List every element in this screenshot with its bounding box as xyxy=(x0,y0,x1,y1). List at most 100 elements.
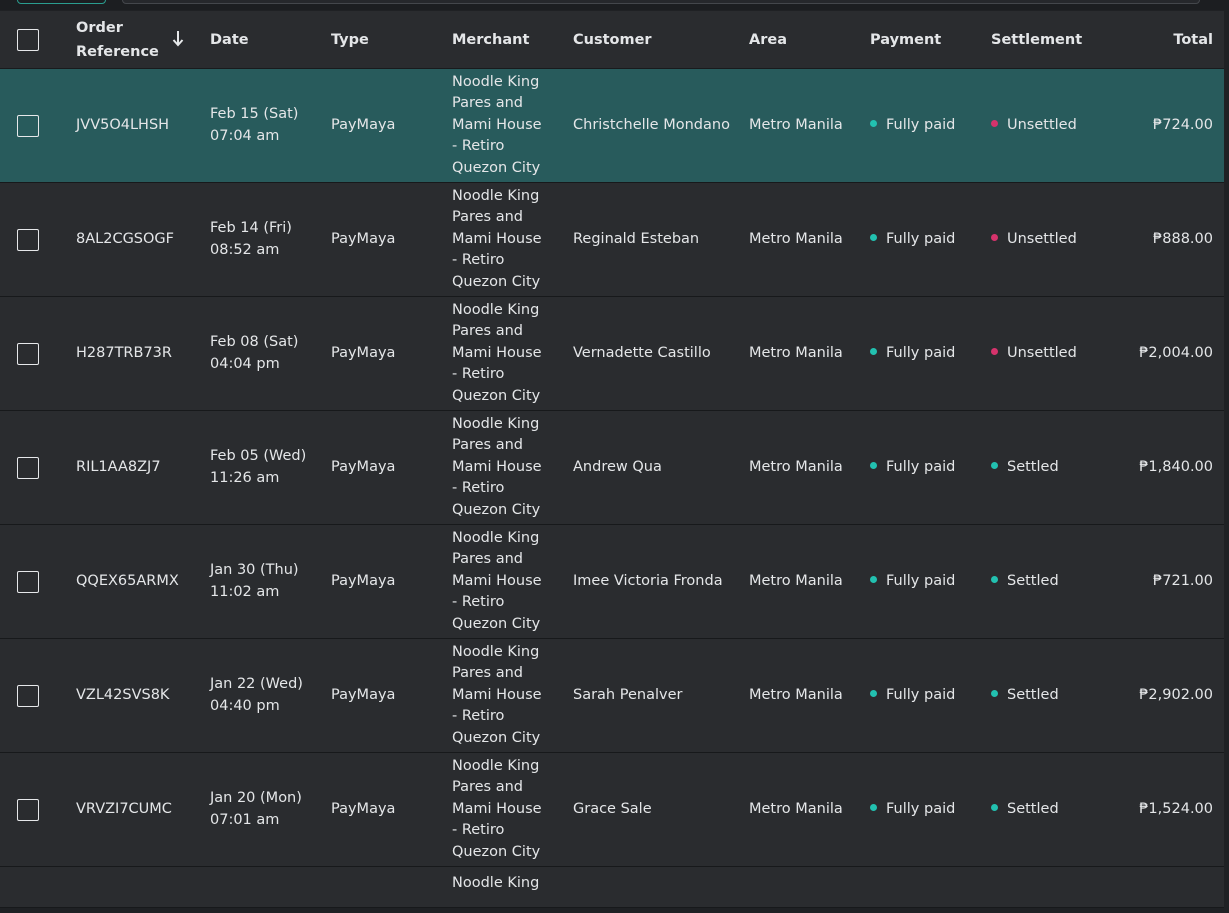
search-input[interactable] xyxy=(122,0,1200,4)
payment-status-badge: Fully paid xyxy=(870,685,955,707)
order-total: ₱721.00 xyxy=(1153,572,1213,589)
status-dot-icon xyxy=(991,690,998,697)
order-date-day: Feb 05 (Wed) xyxy=(210,448,307,464)
column-header-total[interactable]: Total xyxy=(1105,11,1213,68)
table-row[interactable]: 8AL2CGSOGF Feb 14 (Fri) 08:52 am PayMaya… xyxy=(0,183,1224,297)
select-all-cell xyxy=(17,11,41,68)
payment-status-badge: Fully paid xyxy=(870,343,955,365)
column-header-type[interactable]: Type xyxy=(331,11,441,68)
merchant-lines: Noodle King Pares and Mami House - Retiro Qu… xyxy=(452,414,542,522)
order-reference[interactable]: VRVZI7CUMC xyxy=(76,753,196,866)
status-dot-icon xyxy=(870,348,877,355)
settlement-status-label: Settled xyxy=(1007,686,1059,703)
merchant-name: Noodle King Pares and Mami House - Retiro Qu… xyxy=(452,183,562,296)
table-row[interactable]: JVV5O4LHSH Feb 15 (Sat) 07:04 am PayMaya… xyxy=(0,69,1224,183)
table-row[interactable]: VZL42SVS8K Jan 22 (Wed) 04:40 pm PayMaya… xyxy=(0,639,1224,753)
merchant-line: Noodle King xyxy=(452,301,540,318)
payment-type: PayMaya xyxy=(331,116,396,133)
payment-status-badge: Fully paid xyxy=(870,229,955,251)
order-reference[interactable]: VZL42SVS8K xyxy=(76,639,196,752)
select-all-checkbox[interactable] xyxy=(17,28,39,51)
order-reference[interactable]: JVV5O4LHSH xyxy=(76,69,196,182)
settlement-status: Settled xyxy=(991,753,1106,866)
payment-status: Fully paid xyxy=(870,411,985,524)
column-header-settlement[interactable]: Settlement xyxy=(991,11,1106,68)
settlement-status-label: Unsettled xyxy=(1007,344,1077,361)
order-reference[interactable]: RIL1AA8ZJ7 xyxy=(76,411,196,524)
table-row[interactable]: H287TRB73R Feb 08 (Sat) 04:04 pm PayMaya… xyxy=(0,297,1224,411)
payment-status-badge: Fully paid xyxy=(870,115,955,137)
order-date-time: 07:01 am xyxy=(210,811,280,828)
status-dot-icon xyxy=(991,462,998,469)
merchant-name: Noodle King Pares and Mami House - Retiro Qu… xyxy=(452,753,562,866)
column-header-date[interactable]: Date xyxy=(210,11,320,68)
order-date: Feb 15 (Sat) 07:04 am xyxy=(210,69,320,182)
table-row[interactable]: VRVZI7CUMC Jan 20 (Mon) 07:01 am PayMaya… xyxy=(0,753,1224,867)
payment-type: PayMaya xyxy=(331,686,396,703)
status-dot-icon xyxy=(991,120,998,127)
row-select-cell xyxy=(17,297,41,410)
settlement-status-label: Unsettled xyxy=(1007,230,1077,247)
merchant-line: - Retiro xyxy=(452,822,505,839)
settlement-status-badge: Settled xyxy=(991,685,1059,707)
merchant-line: Mami House xyxy=(452,230,542,247)
area: Metro Manila xyxy=(749,458,843,475)
order-total: ₱888.00 xyxy=(1153,230,1213,247)
merchant-line: - Retiro xyxy=(452,366,505,383)
order-reference[interactable]: H287TRB73R xyxy=(76,297,196,410)
order-total: ₱2,004.00 xyxy=(1139,344,1213,361)
payment-status-label: Fully paid xyxy=(886,572,956,589)
order-date: Jan 22 (Wed) 04:40 pm xyxy=(210,639,320,752)
payment-type: PayMaya xyxy=(331,344,396,361)
merchant-line: Noodle King xyxy=(452,187,540,204)
table-row[interactable]: QQEX65ARMX Jan 30 (Thu) 11:02 am PayMaya… xyxy=(0,525,1224,639)
payment-status: Fully paid xyxy=(870,753,985,866)
column-header-payment[interactable]: Payment xyxy=(870,11,985,68)
arrow-down-icon[interactable] xyxy=(171,27,185,49)
merchant-line: Noodle King xyxy=(452,529,540,546)
merchant-line: Mami House xyxy=(452,344,542,361)
customer-name: Christchelle Mondano xyxy=(573,116,730,133)
row-checkbox[interactable] xyxy=(17,570,39,593)
order-total: ₱1,840.00 xyxy=(1139,458,1213,475)
merchant-lines: Noodle King Pares and Mami House - Retiro Qu… xyxy=(452,186,542,294)
order-date-time: 04:04 pm xyxy=(210,355,280,372)
payment-status-label: Fully paid xyxy=(886,344,956,361)
row-checkbox[interactable] xyxy=(17,684,39,707)
orders-table: Order Reference Date Type Merchant Custo… xyxy=(0,11,1229,908)
merchant-line: Quezon City xyxy=(452,273,541,290)
row-checkbox[interactable] xyxy=(17,456,39,479)
order-date: Jan 20 (Mon) 07:01 am xyxy=(210,753,320,866)
row-select-cell xyxy=(17,639,41,752)
merchant-line: Mami House xyxy=(452,800,542,817)
payment-type: PayMaya xyxy=(331,572,396,589)
settlement-status-label: Settled xyxy=(1007,458,1059,475)
order-reference[interactable]: QQEX65ARMX xyxy=(76,525,196,638)
table-row[interactable]: Noodle King xyxy=(0,867,1224,908)
order-date-time: 07:04 am xyxy=(210,127,280,144)
merchant-line: Noodle King xyxy=(452,415,540,432)
payment-status-label: Fully paid xyxy=(886,458,956,475)
column-header-customer[interactable]: Customer xyxy=(573,11,743,68)
row-checkbox[interactable] xyxy=(17,228,39,251)
order-total: ₱1,524.00 xyxy=(1139,800,1213,817)
settlement-status-label: Settled xyxy=(1007,572,1059,589)
status-dot-icon xyxy=(870,690,877,697)
payment-status: Fully paid xyxy=(870,525,985,638)
table-row[interactable]: RIL1AA8ZJ7 Feb 05 (Wed) 11:26 am PayMaya… xyxy=(0,411,1224,525)
column-header-merchant[interactable]: Merchant xyxy=(452,11,562,68)
settlement-status: Settled xyxy=(991,639,1106,752)
area: Metro Manila xyxy=(749,230,843,247)
settlement-status: Unsettled xyxy=(991,297,1106,410)
toolbar-button[interactable] xyxy=(17,0,106,4)
area: Metro Manila xyxy=(749,572,843,589)
area: Metro Manila xyxy=(749,800,843,817)
row-checkbox[interactable] xyxy=(17,114,39,137)
settlement-status-label: Unsettled xyxy=(1007,116,1077,133)
order-reference[interactable]: 8AL2CGSOGF xyxy=(76,183,196,296)
row-checkbox[interactable] xyxy=(17,342,39,365)
column-header-area[interactable]: Area xyxy=(749,11,859,68)
row-checkbox[interactable] xyxy=(17,798,39,821)
table-body: JVV5O4LHSH Feb 15 (Sat) 07:04 am PayMaya… xyxy=(0,69,1229,867)
merchant-line: Mami House xyxy=(452,458,542,475)
